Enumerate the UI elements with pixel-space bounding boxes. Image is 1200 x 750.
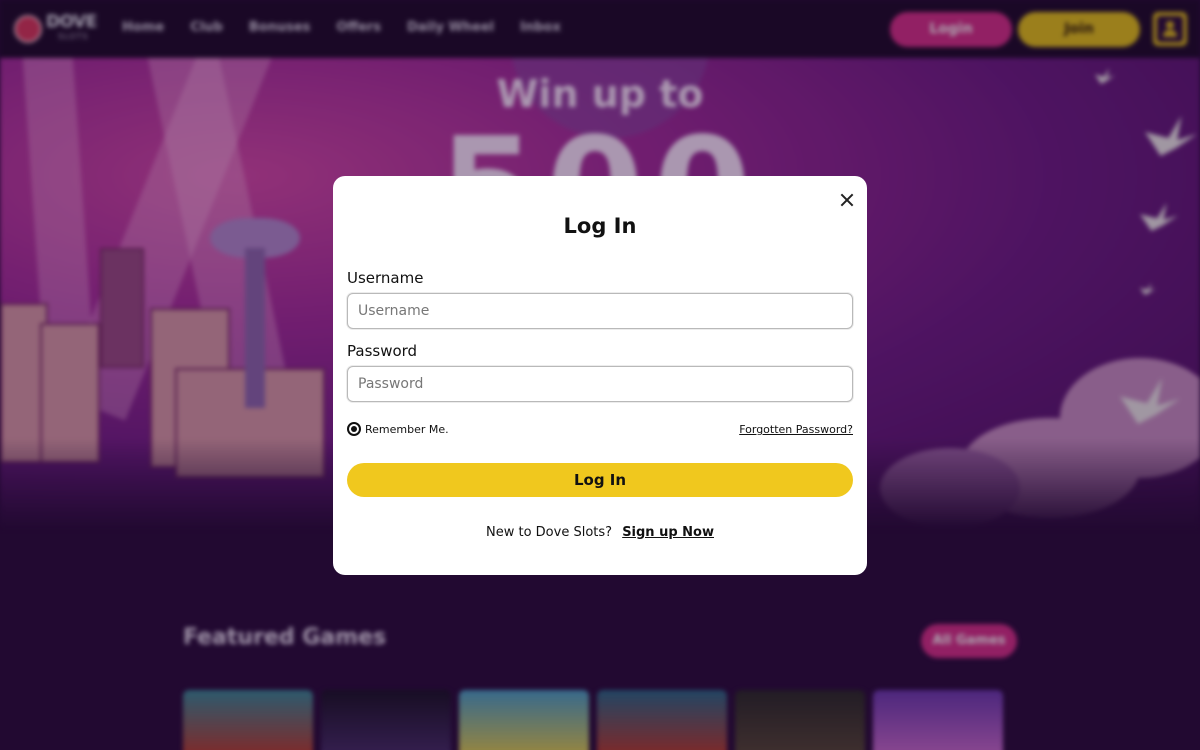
- username-label: Username: [347, 269, 424, 287]
- remember-me-label: Remember Me.: [365, 422, 449, 436]
- signup-row: New to Dove Slots? Sign up Now: [333, 525, 867, 540]
- signup-prompt: New to Dove Slots?: [486, 525, 613, 540]
- username-input[interactable]: [347, 293, 853, 329]
- forgot-password-link[interactable]: Forgotten Password?: [739, 423, 853, 436]
- password-input[interactable]: [347, 366, 853, 402]
- login-modal: Log In Username Password Remember Me. Fo…: [333, 176, 867, 575]
- remember-me-radio[interactable]: [347, 422, 361, 436]
- password-label: Password: [347, 342, 418, 360]
- signup-link[interactable]: Sign up Now: [622, 525, 714, 540]
- close-icon[interactable]: [838, 191, 856, 209]
- modal-title: Log In: [563, 214, 637, 238]
- login-submit-button[interactable]: Log In: [347, 463, 853, 497]
- remember-me-toggle[interactable]: Remember Me.: [347, 422, 449, 436]
